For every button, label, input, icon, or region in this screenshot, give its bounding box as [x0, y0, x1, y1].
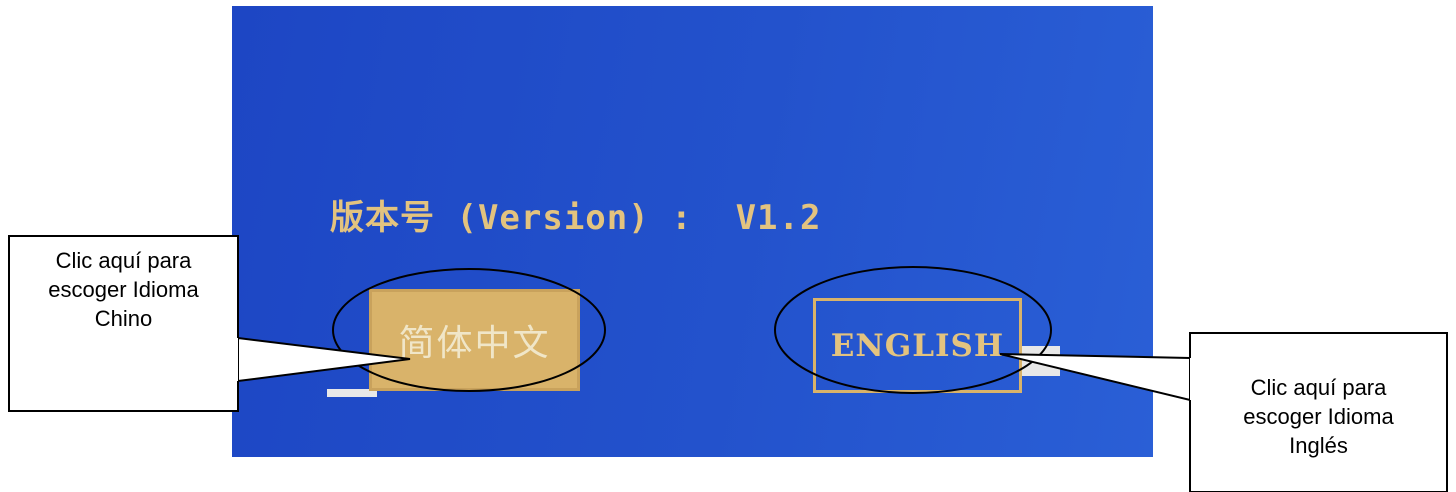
english-callout-text: Clic aquí para escoger Idioma Inglés	[1243, 375, 1394, 458]
english-language-callout: Clic aquí para escoger Idioma Inglés	[1190, 333, 1447, 492]
chinese-callout-text: Clic aquí para escoger Idioma Chino	[48, 248, 199, 331]
chinese-language-callout: Clic aquí para escoger Idioma Chino	[9, 236, 238, 411]
english-button-highlight-ellipse	[774, 266, 1052, 394]
left-callout-pointer	[237, 336, 411, 383]
chinese-button-highlight-ellipse	[332, 268, 606, 392]
right-callout-pointer	[999, 353, 1191, 402]
